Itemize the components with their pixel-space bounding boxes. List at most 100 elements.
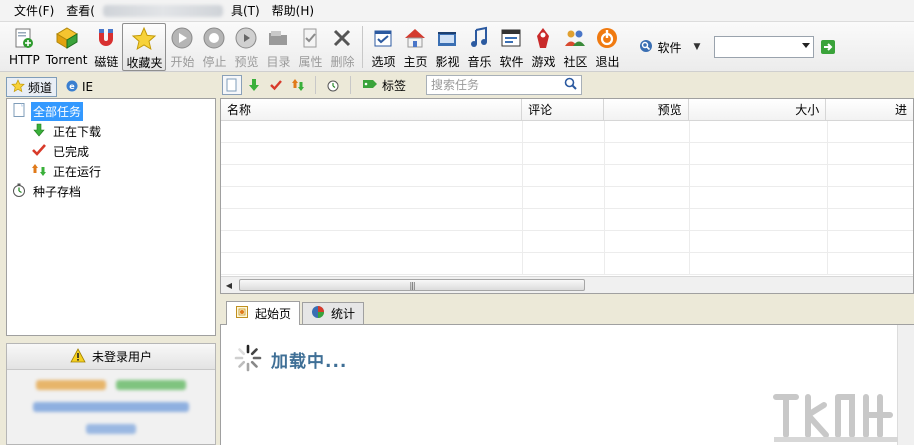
stop-label: 停止	[202, 55, 227, 69]
scrollbar-thumb[interactable]: |||	[239, 279, 585, 291]
tab-start-page[interactable]: 起始页	[226, 301, 301, 325]
go-arrow-icon[interactable]	[820, 39, 836, 55]
torrent-button[interactable]: Torrent	[43, 23, 91, 71]
film-label: 影视	[435, 55, 460, 69]
start-page-icon	[235, 305, 249, 322]
start-label: 开始	[170, 55, 195, 69]
start-button[interactable]: 开始	[166, 23, 198, 71]
column-header-name[interactable]: 名称	[221, 99, 523, 121]
statistics-icon	[311, 305, 325, 322]
task-search-box[interactable]	[426, 75, 583, 95]
site-watermark-logo	[766, 391, 906, 443]
chevron-down-icon[interactable]: ▼	[693, 42, 700, 52]
seed-archive-icon	[11, 182, 27, 201]
column-header-preview[interactable]: 预览	[604, 99, 689, 121]
user-status-label: 未登录用户	[91, 350, 152, 364]
preview-icon	[233, 25, 259, 51]
options-icon	[370, 25, 396, 51]
magnet-button[interactable]: 磁链	[90, 23, 122, 71]
empty-table-row	[221, 231, 913, 253]
magnet-icon	[93, 25, 119, 51]
column-header-size[interactable]: 大小	[689, 99, 827, 121]
tab-ie-label: IE	[82, 80, 94, 94]
tab-start-page-label: 起始页	[255, 307, 292, 321]
all-tasks-icon	[11, 102, 27, 121]
home-icon	[402, 25, 428, 51]
torrent-label: Torrent	[45, 53, 88, 67]
menu-tools[interactable]: 具(T)	[225, 1, 266, 21]
tab-statistics[interactable]: 统计	[302, 302, 365, 324]
software-icon	[498, 25, 524, 51]
user-panel-header: 未登录用户	[7, 344, 215, 370]
software-button[interactable]: 软件	[495, 23, 527, 71]
options-label: 选项	[371, 55, 396, 69]
empty-table-row	[221, 121, 913, 143]
preview-button[interactable]: 预览	[230, 23, 262, 71]
task-search-input[interactable]	[431, 78, 560, 92]
all-tasks-view-button[interactable]	[222, 75, 242, 95]
completed-icon	[31, 142, 47, 161]
tag-button[interactable]: 标签	[358, 77, 410, 94]
search-combo-input[interactable]	[714, 36, 815, 58]
tag-icon	[362, 78, 378, 93]
menu-help[interactable]: 帮助(H)	[266, 1, 320, 21]
user-help-link-blurred[interactable]	[7, 418, 215, 440]
downloading-icon	[31, 122, 47, 141]
tree-item-downloading[interactable]: 正在下载	[7, 121, 215, 141]
menu-file[interactable]: 文件(F)	[8, 1, 60, 21]
stop-button[interactable]: 停止	[198, 23, 230, 71]
delete-icon	[329, 25, 355, 51]
music-icon	[466, 25, 492, 51]
combo-dropdown-arrow-icon[interactable]	[802, 43, 811, 48]
exit-button[interactable]: 退出	[591, 23, 623, 71]
tree-item-seed-archive[interactable]: 种子存档	[7, 181, 215, 201]
music-label: 音乐	[467, 55, 492, 69]
toolbar-separator	[350, 76, 351, 94]
delete-button[interactable]: 删除	[326, 23, 358, 71]
tree-item-completed[interactable]: 已完成	[7, 141, 215, 161]
home-label: 主页	[403, 55, 428, 69]
home-button[interactable]: 主页	[399, 23, 431, 71]
horizontal-scrollbar[interactable]: ◀ |||	[221, 276, 913, 293]
svg-text:e: e	[69, 82, 75, 91]
start-page-panel: 加载中...	[220, 325, 914, 445]
running-filter-button[interactable]	[288, 75, 308, 95]
tree-item-label: 已完成	[53, 144, 90, 159]
search-category-select[interactable]: 软件	[639, 39, 681, 56]
loading-indicator: 加载中...	[233, 343, 347, 376]
folder-label: 目录	[266, 55, 291, 69]
empty-table-row	[221, 165, 913, 187]
toolbar-separator	[315, 76, 316, 94]
task-list-table[interactable]: 名称 评论 预览 大小 进 ◀ |||	[220, 98, 914, 294]
film-button[interactable]: 影视	[431, 23, 463, 71]
http-button[interactable]: HTTP	[6, 23, 43, 71]
favorites-button[interactable]: 收藏夹	[122, 23, 167, 71]
column-header-progress[interactable]: 进	[826, 99, 913, 121]
user-register-link-blurred[interactable]	[7, 396, 215, 418]
folder-button[interactable]: 目录	[262, 23, 294, 71]
tree-item-running[interactable]: 正在运行	[7, 161, 215, 181]
community-button[interactable]: 社区	[559, 23, 591, 71]
play-icon	[169, 25, 195, 51]
user-login-links-blurred[interactable]	[7, 374, 215, 396]
menu-view[interactable]: 查看(	[60, 1, 101, 21]
seed-archive-filter-button[interactable]	[323, 75, 343, 95]
channel-star-icon	[11, 78, 25, 96]
column-header-comment[interactable]: 评论	[522, 99, 604, 121]
task-category-tree: 全部任务 正在下载 已完成 正在运行 种子存档	[6, 98, 216, 336]
scroll-left-arrow-icon[interactable]: ◀	[221, 277, 237, 293]
tree-item-label: 正在下载	[53, 124, 102, 139]
properties-button[interactable]: 属性	[294, 23, 326, 71]
download-filter-button[interactable]	[244, 75, 264, 95]
blurred-link	[33, 402, 189, 412]
options-button[interactable]: 选项	[367, 23, 399, 71]
tab-channel[interactable]: 频道	[6, 77, 58, 97]
search-icon[interactable]	[564, 77, 577, 93]
user-panel: 未登录用户	[6, 343, 216, 445]
tree-item-all-tasks[interactable]: 全部任务	[7, 101, 215, 121]
empty-table-row	[221, 187, 913, 209]
tab-ie[interactable]: e IE	[61, 77, 97, 97]
music-button[interactable]: 音乐	[463, 23, 495, 71]
game-button[interactable]: 游戏	[527, 23, 559, 71]
completed-filter-button[interactable]	[266, 75, 286, 95]
